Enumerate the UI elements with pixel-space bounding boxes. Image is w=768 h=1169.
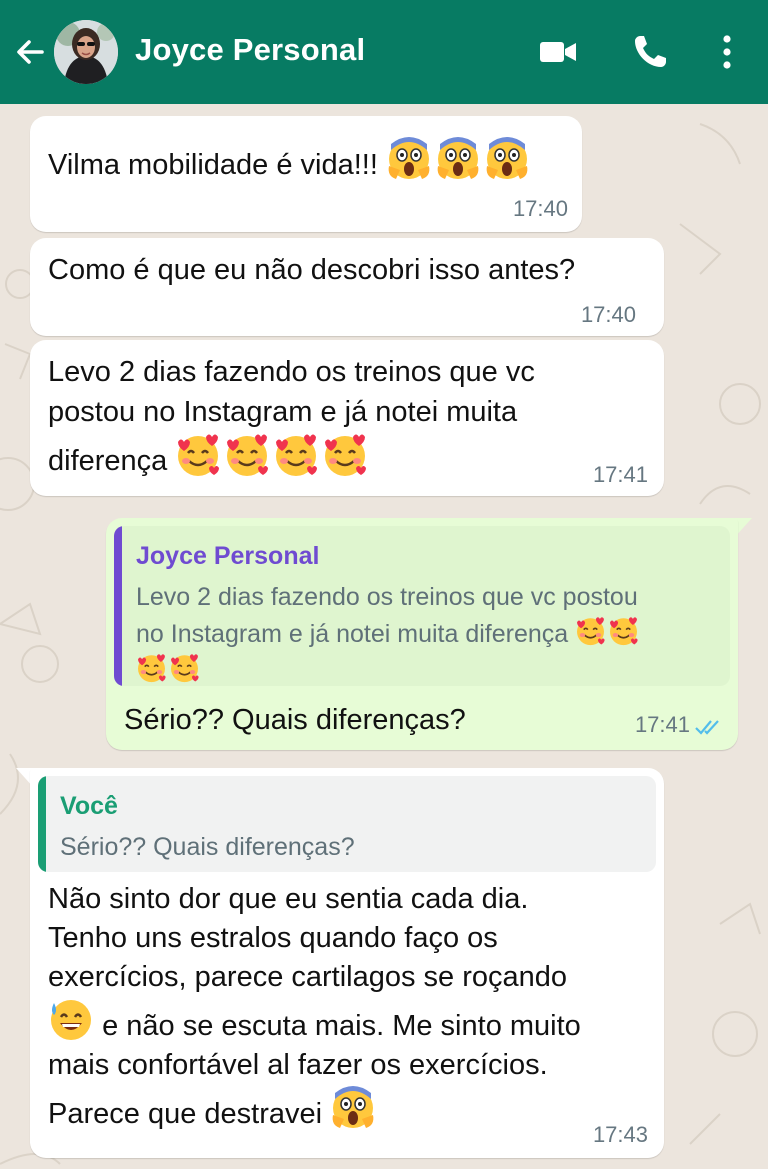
phone-icon[interactable] <box>628 30 672 74</box>
incoming-message[interactable]: Vilma mobilidade é vida!!! 17:40 <box>30 116 582 232</box>
quote-line: no Instagram e já notei muita diferença <box>136 620 569 648</box>
screaming-face-emoji <box>330 1085 376 1130</box>
grinning-face-with-sweat-emoji <box>48 1000 102 1042</box>
quoted-message[interactable]: Joyce Personal Levo 2 dias fazendo os tr… <box>114 526 730 686</box>
message-line: postou no Instagram e já notei muita <box>48 396 518 428</box>
message-text: Como é que eu não descobri isso antes? <box>48 254 576 286</box>
message-line: Tenho uns estralos quando faço os <box>48 922 498 954</box>
incoming-message[interactable]: Como é que eu não descobri isso antes? 1… <box>30 238 664 336</box>
screaming-face-emoji <box>378 136 530 181</box>
message-time: 17:41 <box>634 712 690 737</box>
chat-area[interactable]: Vilma mobilidade é vida!!! 17:40 Como é … <box>0 104 768 1169</box>
quote-author: Joyce Personal <box>136 542 320 570</box>
message-line: e não se escuta mais. Me sinto muito <box>102 1010 581 1042</box>
message-line: diferença <box>48 445 168 477</box>
vertical-dots-icon[interactable] <box>708 30 746 74</box>
message-line: Levo 2 dias fazendo os treinos que vc <box>48 356 535 388</box>
chat-header: Joyce Personal <box>0 0 768 104</box>
incoming-message[interactable]: Levo 2 dias fazendo os treinos que vc po… <box>30 340 664 496</box>
message-time: 17:43 <box>592 1122 648 1147</box>
message-time: 17:41 <box>592 462 648 487</box>
quote-author: Você <box>60 792 118 820</box>
incoming-message[interactable]: Você Sério?? Quais diferenças? Não sinto… <box>30 768 664 1158</box>
arrow-left-icon[interactable] <box>12 34 48 70</box>
video-camera-icon[interactable] <box>536 30 580 74</box>
smiling-face-with-hearts-emoji <box>575 616 641 648</box>
profile-photo <box>54 20 118 84</box>
message-line: Parece que destravei <box>48 1098 323 1130</box>
quote-text: Sério?? Quais diferenças? <box>60 833 355 861</box>
quote-accent-bar <box>38 776 46 872</box>
message-text: Sério?? Quais diferenças? <box>124 704 466 736</box>
message-line: mais confortável al fazer os exercícios. <box>48 1049 548 1081</box>
quoted-message[interactable]: Você Sério?? Quais diferenças? <box>38 776 656 872</box>
message-time: 17:40 <box>580 302 636 327</box>
message-line: Não sinto dor que eu sentia cada dia. <box>48 883 529 915</box>
message-time: 17:40 <box>512 196 568 221</box>
message-text: Vilma mobilidade é vida!!! <box>48 149 378 181</box>
message-line: exercícios, parece cartilagos se roçando <box>48 961 568 993</box>
double-check-read-icon <box>695 720 719 735</box>
avatar[interactable] <box>54 20 118 84</box>
quote-line: Levo 2 dias fazendo os treinos que vc po… <box>136 583 638 611</box>
smiling-face-with-hearts-emoji <box>175 433 371 478</box>
outgoing-message[interactable]: Joyce Personal Levo 2 dias fazendo os tr… <box>106 518 738 750</box>
smiling-face-with-hearts-emoji <box>136 653 202 685</box>
quote-accent-bar <box>114 526 122 686</box>
contact-name[interactable]: Joyce Personal <box>135 32 365 68</box>
